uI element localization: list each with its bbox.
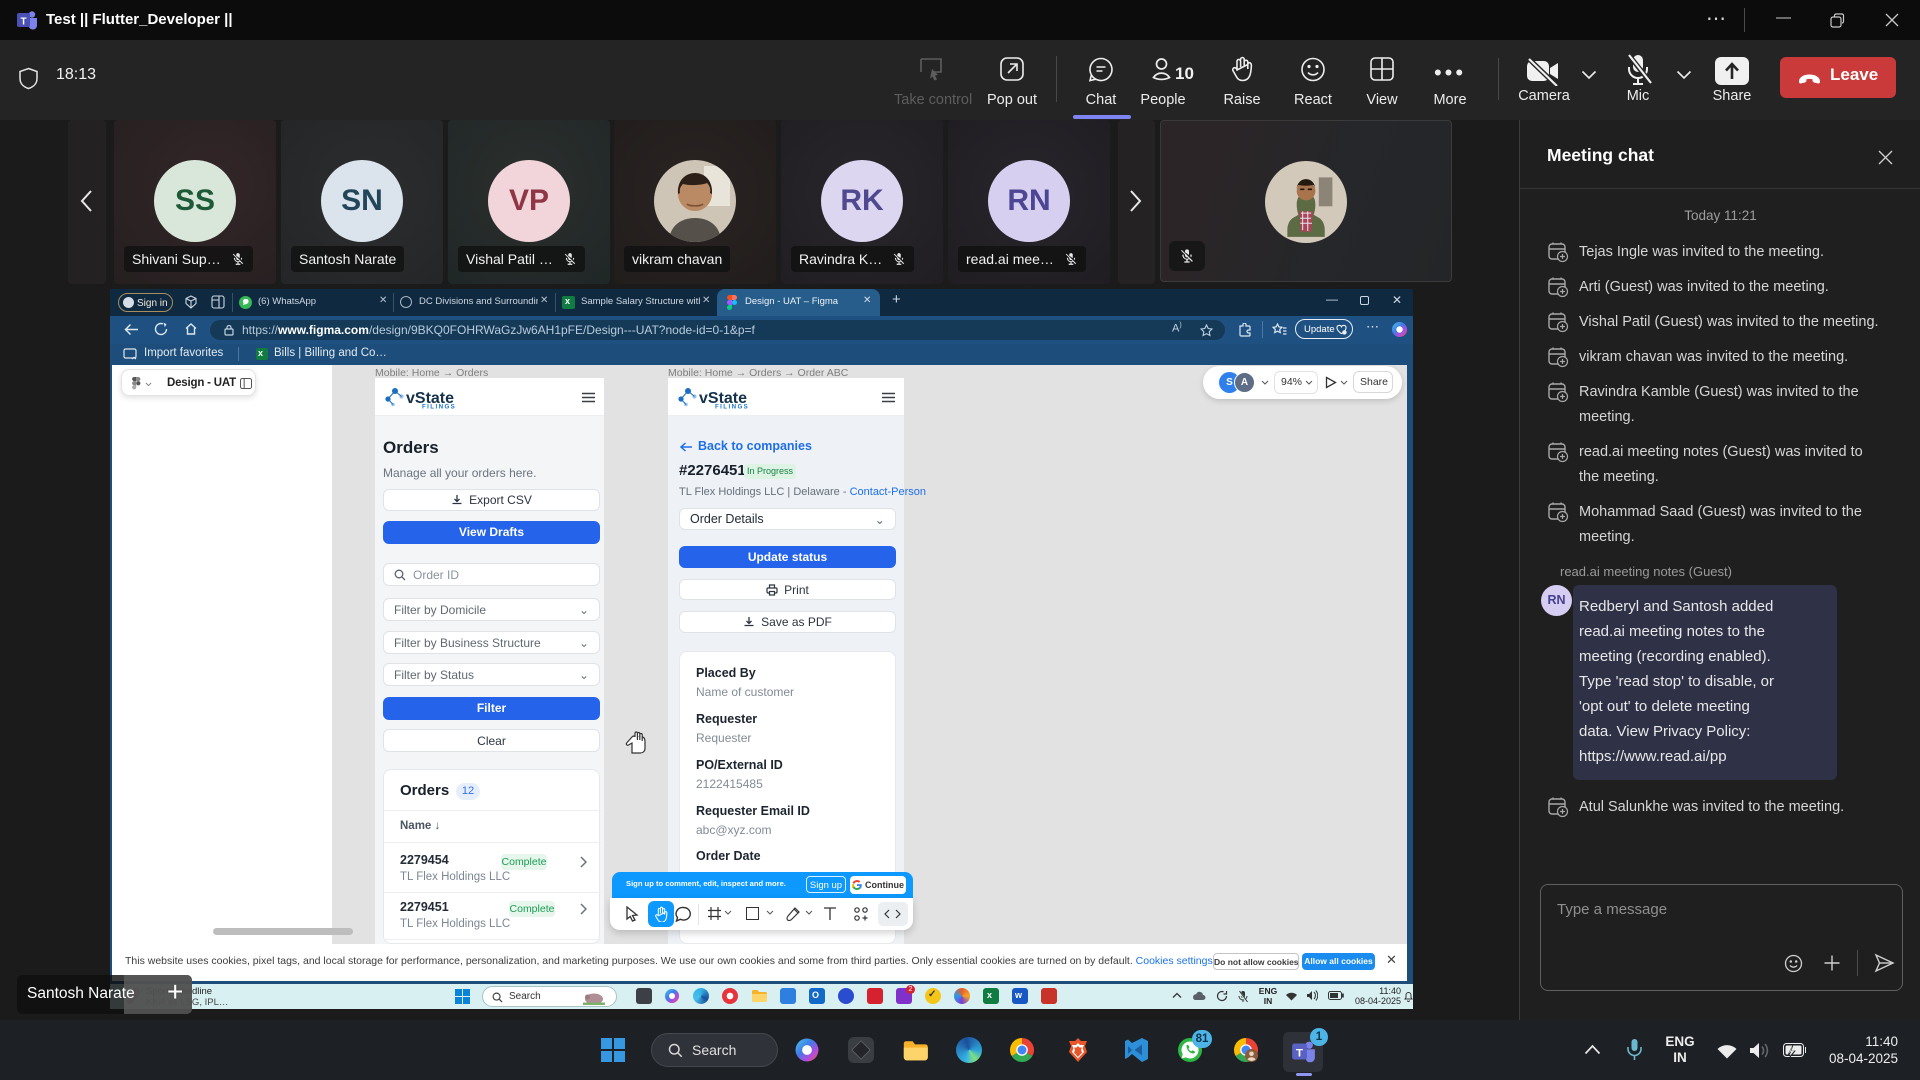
svg-text:FILINGS: FILINGS (715, 404, 749, 410)
svg-text:FILINGS: FILINGS (422, 404, 456, 410)
svg-text:T: T (1296, 1048, 1303, 1060)
svg-text:T: T (20, 17, 26, 28)
